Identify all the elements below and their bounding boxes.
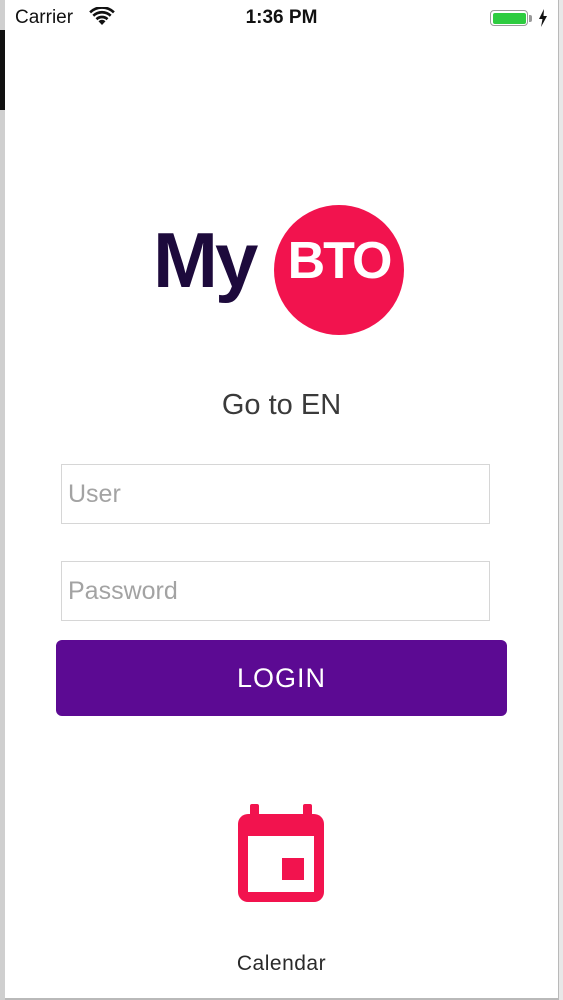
password-input[interactable]	[61, 561, 490, 621]
charging-bolt-icon	[538, 9, 548, 32]
calendar-label: Calendar	[236, 952, 327, 975]
battery-icon	[490, 10, 528, 26]
calendar-shortcut[interactable]: Calendar	[5, 802, 558, 982]
battery-level-fill	[492, 12, 526, 24]
battery-tip	[529, 15, 532, 22]
app-screen: Carrier 1:36 PM My BTO Go to EN User LOG…	[5, 0, 559, 1000]
language-switch-link[interactable]: Go to EN	[5, 389, 558, 422]
background-right-edge	[559, 0, 563, 1000]
logo-circle: BTO	[274, 205, 404, 335]
login-button[interactable]: LOGIN	[56, 640, 507, 716]
screen: Carrier 1:36 PM My BTO Go to EN User LOG…	[0, 0, 563, 1000]
app-logo: My BTO	[153, 205, 413, 340]
status-bar: Carrier 1:36 PM	[5, 0, 558, 40]
calendar-icon	[236, 802, 326, 909]
logo-text-my: My	[153, 216, 258, 304]
logo-text-bto: BTO	[287, 232, 393, 290]
status-time: 1:36 PM	[245, 7, 318, 28]
user-input[interactable]	[61, 464, 490, 524]
